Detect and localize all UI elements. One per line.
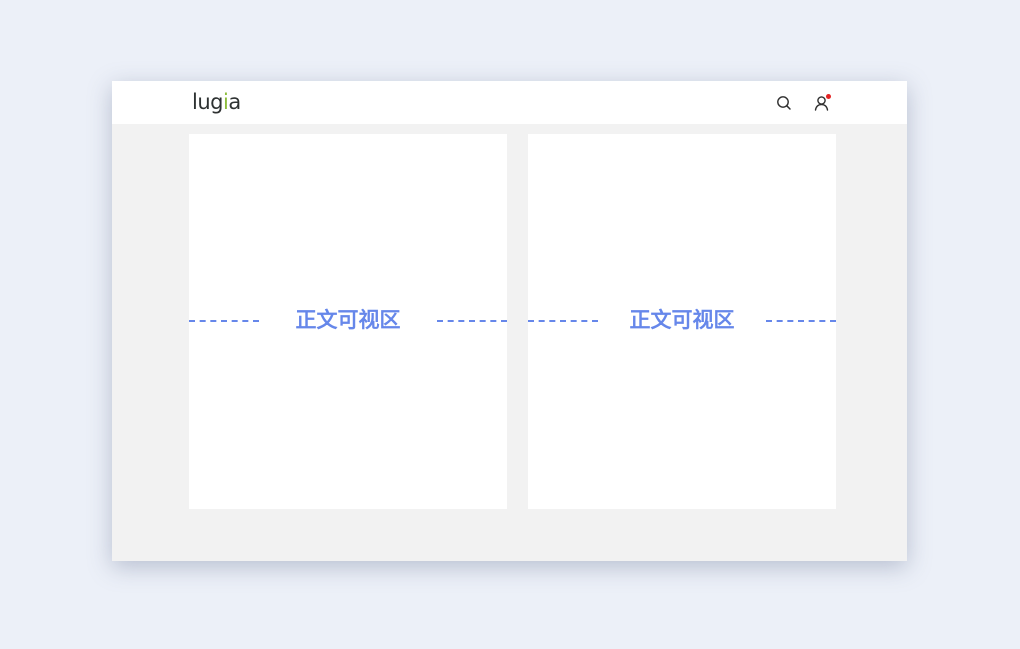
- visible-area-label: 正文可视区: [629, 308, 735, 332]
- app-window: lugia 正文可视区 正文可视区: [112, 81, 907, 561]
- content-panel-right: 正文可视区: [528, 134, 836, 509]
- user-account-button[interactable]: [812, 93, 832, 113]
- search-button[interactable]: [774, 93, 794, 113]
- content-panel-left: 正文可视区: [189, 134, 507, 509]
- search-icon: [777, 96, 791, 110]
- logo-wordmark: lugia: [192, 89, 241, 115]
- visible-area-label: 正文可视区: [295, 308, 401, 332]
- logo-text-start: lug: [192, 90, 223, 114]
- logo-text-end: a: [228, 90, 241, 114]
- top-navigation-bar: lugia: [112, 81, 907, 124]
- lugia-logo[interactable]: lugia: [192, 89, 248, 117]
- notification-dot: [826, 94, 831, 99]
